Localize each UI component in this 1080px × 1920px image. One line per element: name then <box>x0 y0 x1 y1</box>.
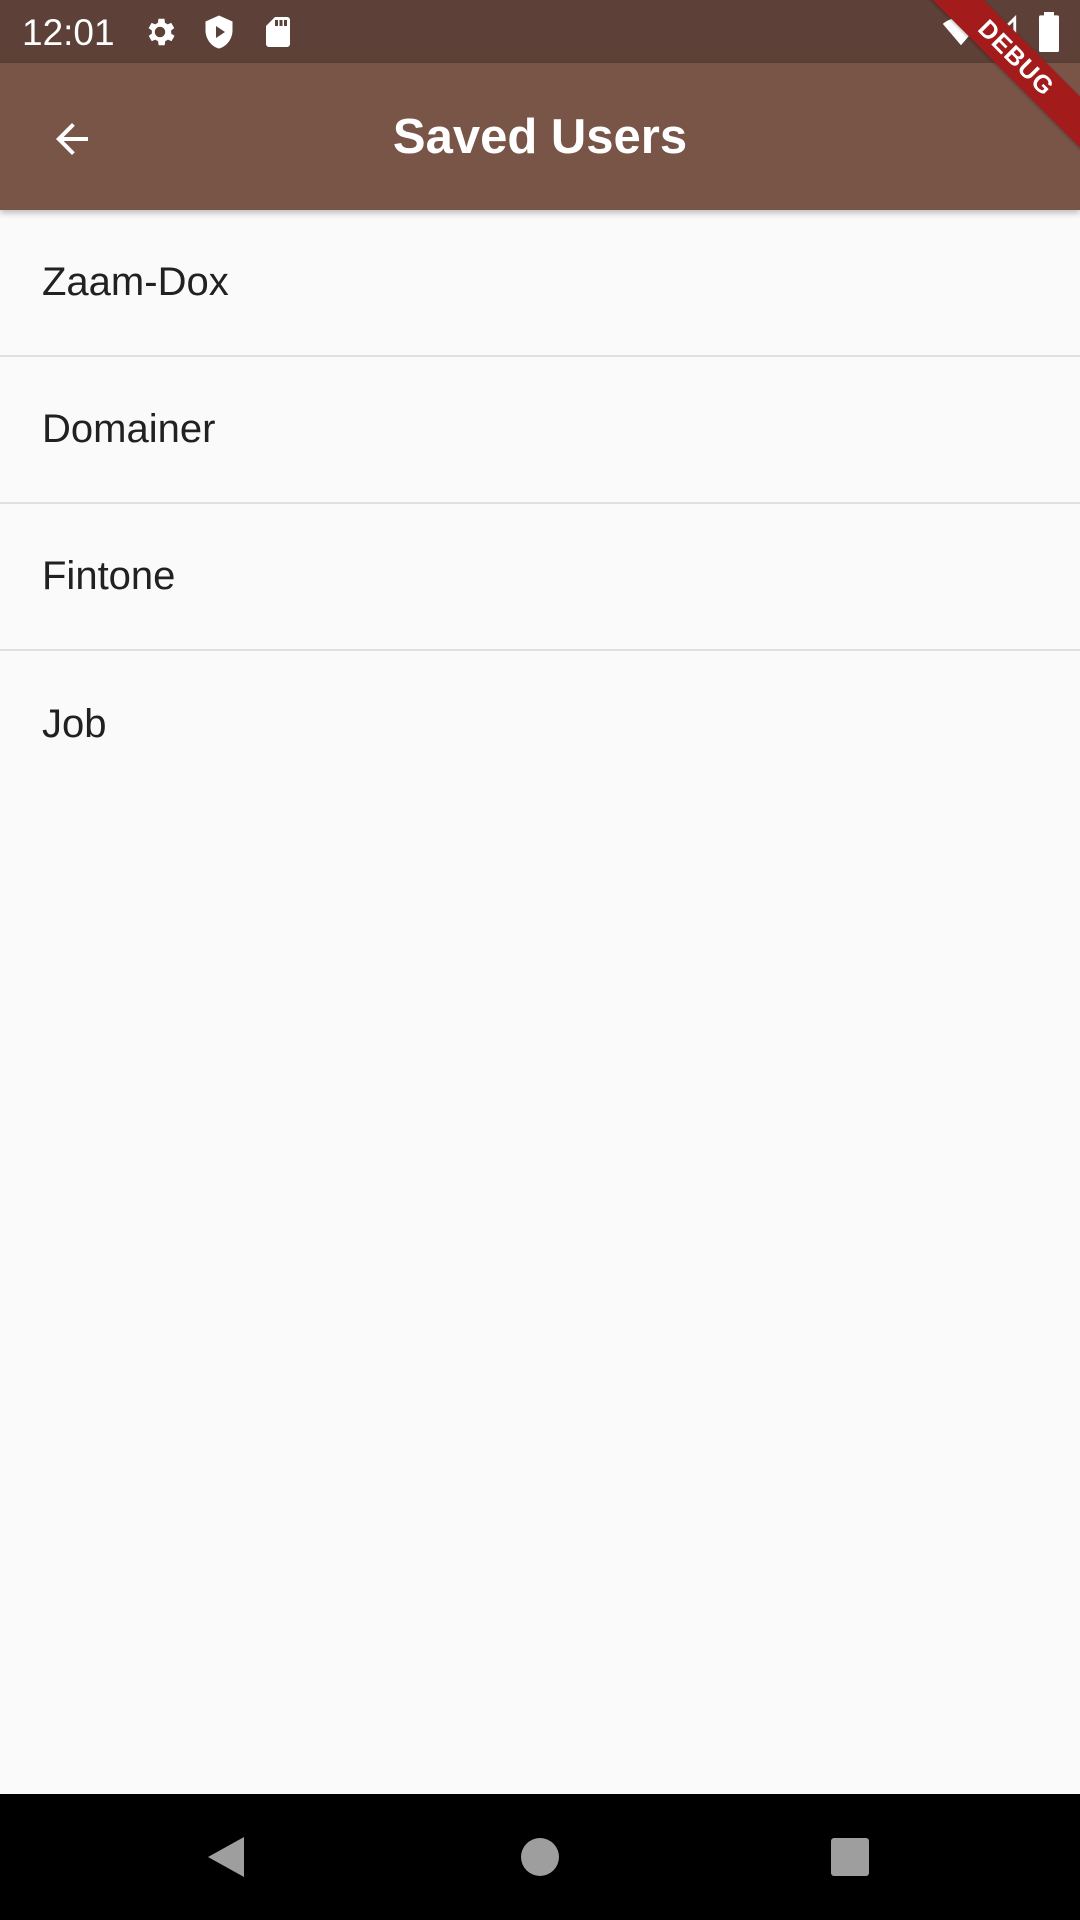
page-title: Saved Users <box>392 109 688 164</box>
nav-recents-icon <box>831 1838 869 1876</box>
list-item[interactable]: Job <box>0 651 1080 798</box>
nav-home-button[interactable] <box>510 1827 570 1887</box>
back-button[interactable] <box>36 103 108 175</box>
gear-icon <box>148 18 175 46</box>
sd-card-icon <box>266 17 290 47</box>
battery-icon <box>1039 12 1059 52</box>
arrow-back-icon <box>56 123 88 155</box>
list-item[interactable]: Zaam-Dox <box>0 210 1080 357</box>
shield-icon <box>205 15 233 49</box>
wifi-icon <box>942 17 980 46</box>
nav-recents-button[interactable] <box>820 1827 880 1887</box>
list-item[interactable]: Domainer <box>0 357 1080 504</box>
list-item[interactable]: Fintone <box>0 504 1080 651</box>
status-time: 12:01 <box>22 12 115 53</box>
nav-back-button[interactable] <box>196 1827 256 1887</box>
signal-icon <box>985 14 1017 46</box>
nav-back-icon <box>208 1837 244 1877</box>
system-nav-bar <box>0 1794 1080 1920</box>
nav-home-icon <box>521 1838 559 1876</box>
user-list: Zaam-Dox Domainer Fintone Job <box>0 210 1080 798</box>
app-bar: Saved Users <box>0 63 1080 210</box>
status-bar: 12:01 <box>0 0 1080 63</box>
